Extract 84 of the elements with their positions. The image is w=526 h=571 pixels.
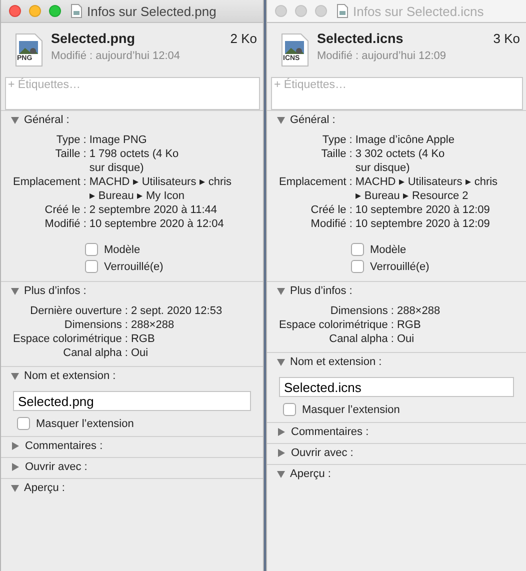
property-value: MACHD ▸ Utilisateurs ▸ chris	[89, 175, 232, 189]
property-value: 10 septembre 2020 à 12:04	[89, 217, 224, 231]
window-title: Infos sur Selected.png	[87, 4, 216, 18]
property-value: 1 798 octets (4 Ko	[89, 147, 179, 161]
property-label: Emplacement :	[279, 175, 352, 190]
property-value: Oui	[130, 346, 148, 360]
property-label: Taille :	[320, 147, 352, 162]
section-header[interactable]: Nom et extension :	[1, 367, 263, 385]
property-value: RGB	[130, 332, 155, 346]
property-label: Créé le :	[310, 203, 352, 217]
property-label: Canal alpha :	[62, 346, 128, 360]
file-size: 2 Ko	[230, 31, 257, 46]
section-header[interactable]: Aperçu :	[1, 479, 263, 497]
property-value: Image PNG	[89, 133, 147, 147]
disclosure-triangle-icon[interactable]	[12, 442, 19, 450]
checkbox-label: Verrouillé(e)	[104, 260, 164, 272]
property-label: Modifié :	[310, 217, 352, 231]
property-value: RGB	[396, 318, 421, 332]
checkbox[interactable]	[351, 243, 364, 256]
disclosure-triangle-icon[interactable]	[278, 428, 285, 436]
property-label: Canal alpha :	[328, 332, 394, 346]
modified-date: Modifié : aujourd’hui 12:04	[51, 50, 182, 62]
image-file-icon	[281, 33, 309, 67]
property-label: Type :	[55, 133, 86, 147]
section-header[interactable]: Ouvrir avec :	[1, 458, 263, 476]
section-header[interactable]: Plus d’infos :	[1, 282, 263, 300]
property-label: Dimensions :	[329, 304, 394, 318]
disclosure-triangle-icon[interactable]	[11, 372, 19, 380]
section-header[interactable]: Général :	[1, 111, 263, 129]
checkbox[interactable]	[283, 403, 296, 416]
property-label: Espace colorimétrique :	[279, 318, 394, 332]
disclosure-triangle-icon[interactable]	[12, 463, 19, 471]
property-label: Taille :	[54, 147, 86, 162]
property-value: 288×288	[396, 304, 440, 318]
property-label: Créé le :	[44, 203, 86, 217]
image-file-icon	[15, 33, 43, 67]
property-value: ▸ Bureau ▸ My Icon	[89, 189, 185, 203]
checkbox[interactable]	[351, 260, 364, 273]
checkbox-label: Modèle	[104, 244, 140, 256]
property-value: ▸ Bureau ▸ Resource 2	[355, 189, 468, 203]
name-field[interactable]: Selected.png	[13, 391, 251, 411]
checkbox-label: Modèle	[370, 244, 406, 256]
property-value: Image d’icône Apple	[355, 133, 454, 147]
property-label: Espace colorimétrique :	[13, 332, 128, 346]
document-icon	[337, 4, 348, 18]
property-value: sur disque)	[89, 161, 144, 175]
property-value: sur disque)	[355, 161, 410, 175]
checkbox-label: Masquer l’extension	[302, 404, 400, 416]
close-button[interactable]	[9, 5, 21, 17]
checkbox-label: Verrouillé(e)	[370, 260, 430, 272]
tags-field[interactable]: + Étiquettes…	[5, 77, 260, 110]
zoom-button[interactable]	[49, 5, 61, 17]
checkbox-label: Masquer l’extension	[36, 418, 134, 430]
checkbox[interactable]	[85, 260, 98, 273]
property-value: MACHD ▸ Utilisateurs ▸ chris	[355, 175, 498, 189]
property-value: 3 302 octets (4 Ko	[355, 147, 445, 161]
property-value: 10 septembre 2020 à 12:09	[355, 203, 490, 217]
property-value: Oui	[396, 332, 414, 346]
file-name: Selected.icns	[317, 31, 404, 46]
modified-date: Modifié : aujourd’hui 12:09	[317, 50, 448, 62]
disclosure-triangle-icon[interactable]	[11, 484, 19, 492]
section-header[interactable]: Commentaires :	[1, 437, 263, 455]
disclosure-triangle-icon[interactable]	[277, 470, 285, 478]
file-size: 3 Ko	[493, 31, 520, 46]
disclosure-triangle-icon[interactable]	[278, 449, 285, 457]
checkbox[interactable]	[85, 243, 98, 256]
disclosure-triangle-icon[interactable]	[277, 116, 285, 124]
property-value: 10 septembre 2020 à 12:09	[355, 217, 490, 231]
disclosure-triangle-icon[interactable]	[11, 288, 19, 294]
property-label: Emplacement :	[13, 175, 86, 190]
property-label: Dimensions :	[63, 318, 128, 332]
disclosure-triangle-icon[interactable]	[11, 116, 19, 124]
property-label: Type :	[321, 133, 352, 147]
property-value: 2 septembre 2020 à 11:44	[89, 203, 217, 217]
checkbox[interactable]	[17, 417, 30, 430]
document-icon	[71, 4, 82, 18]
property-label: Dernière ouverture :	[29, 304, 128, 318]
disclosure-triangle-icon[interactable]	[277, 288, 285, 294]
disclosure-triangle-icon[interactable]	[277, 358, 285, 366]
file-name: Selected.png	[51, 31, 136, 46]
property-label: Modifié :	[44, 217, 86, 231]
window-title: Infos sur Selected.icns	[353, 4, 484, 18]
property-value: 2 sept. 2020 12:53	[130, 304, 222, 318]
property-value: 288×288	[130, 318, 174, 332]
